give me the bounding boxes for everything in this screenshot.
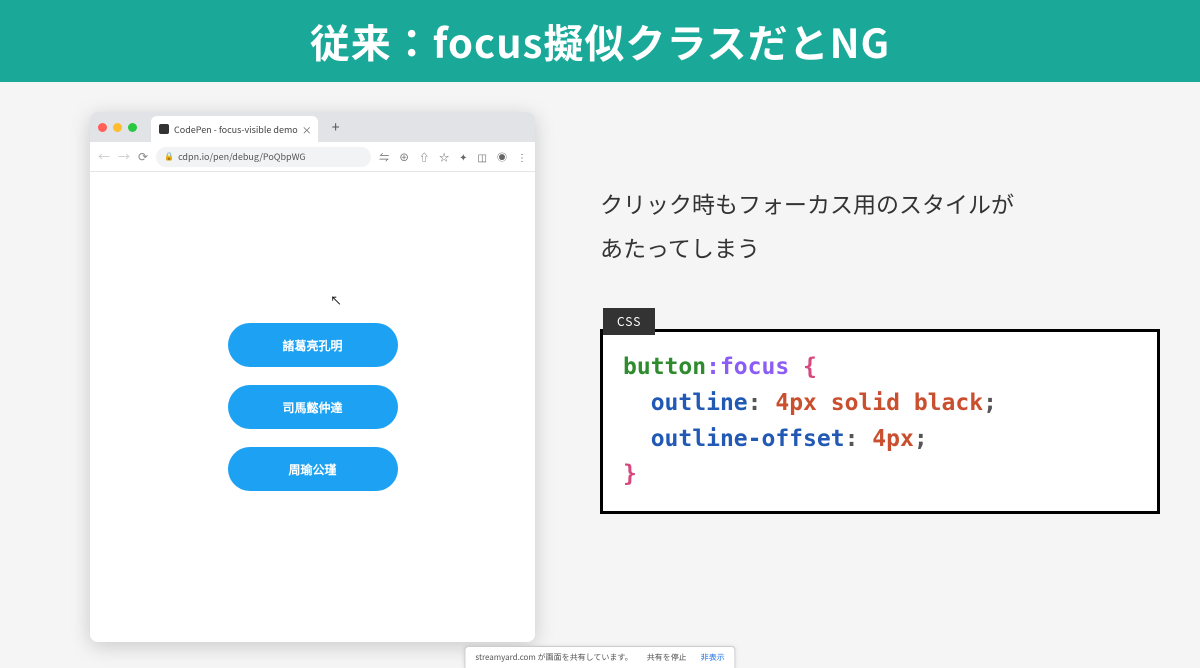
share-icon[interactable]: ⇧ <box>419 149 429 164</box>
demo-button-1[interactable]: 諸葛亮孔明 <box>228 323 398 367</box>
translate-icon[interactable]: ⇋ <box>379 149 389 164</box>
zoom-icon[interactable]: ⊕ <box>399 149 409 164</box>
favicon-icon <box>159 124 169 134</box>
window-controls <box>98 123 137 132</box>
screen-share-toolbar: streamyard.com が画面を共有しています。 共有を停止 非表示 <box>464 646 735 668</box>
explanation-line-1: クリック時もフォーカス用のスタイルが <box>600 182 1160 226</box>
slide-title: 従来：focus擬似クラスだとNG <box>0 0 1200 82</box>
new-tab-button[interactable]: + <box>324 117 340 137</box>
close-window-icon[interactable] <box>98 123 107 132</box>
extensions-icon[interactable]: ✦ <box>459 149 467 164</box>
hide-share-button[interactable]: 非表示 <box>701 652 725 663</box>
address-bar-row: ← → ⟳ 🔒 cdpn.io/pen/debug/PoQbpWG ⇋ ⊕ ⇧ … <box>90 142 535 172</box>
lock-icon: 🔒 <box>164 151 174 162</box>
reload-button[interactable]: ⟳ <box>138 148 148 165</box>
minimize-window-icon[interactable] <box>113 123 122 132</box>
puzzle-icon[interactable]: ◫ <box>478 149 487 164</box>
maximize-window-icon[interactable] <box>128 123 137 132</box>
code-block: CSS button:focus { outline: 4px solid bl… <box>600 329 1160 514</box>
url-text: cdpn.io/pen/debug/PoQbpWG <box>178 150 306 163</box>
share-status-text: streamyard.com が画面を共有しています。 <box>475 652 632 663</box>
forward-button[interactable]: → <box>118 148 130 165</box>
address-bar[interactable]: 🔒 cdpn.io/pen/debug/PoQbpWG <box>156 147 371 167</box>
demo-button-3[interactable]: 周瑜公瑾 <box>228 447 398 491</box>
explanation-line-2: あたってしまう <box>600 226 1160 270</box>
stop-share-button[interactable]: 共有を停止 <box>647 652 687 663</box>
browser-window: CodePen - focus-visible demo × + ← → ⟳ 🔒… <box>90 112 535 642</box>
code-language-label: CSS <box>603 308 655 335</box>
browser-tab[interactable]: CodePen - focus-visible demo × <box>151 116 318 142</box>
cursor-icon: ↖ <box>330 292 342 309</box>
browser-tab-strip: CodePen - focus-visible demo × + <box>90 112 535 142</box>
explanation-text: クリック時もフォーカス用のスタイルが あたってしまう <box>600 182 1160 269</box>
tab-title: CodePen - focus-visible demo <box>174 123 298 136</box>
page-viewport: ↖ 諸葛亮孔明 司馬懿仲達 周瑜公瑾 <box>90 172 535 642</box>
profile-icon[interactable]: ◉ <box>497 149 507 164</box>
code-content: button:focus { outline: 4px solid black;… <box>623 350 1137 493</box>
close-tab-icon[interactable]: × <box>302 122 312 137</box>
menu-icon[interactable]: ⋮ <box>517 149 527 164</box>
star-icon[interactable]: ☆ <box>439 149 449 164</box>
back-button[interactable]: ← <box>98 148 110 165</box>
title-text: 従来：focus擬似クラスだとNG <box>310 12 890 70</box>
demo-button-2[interactable]: 司馬懿仲達 <box>228 385 398 429</box>
